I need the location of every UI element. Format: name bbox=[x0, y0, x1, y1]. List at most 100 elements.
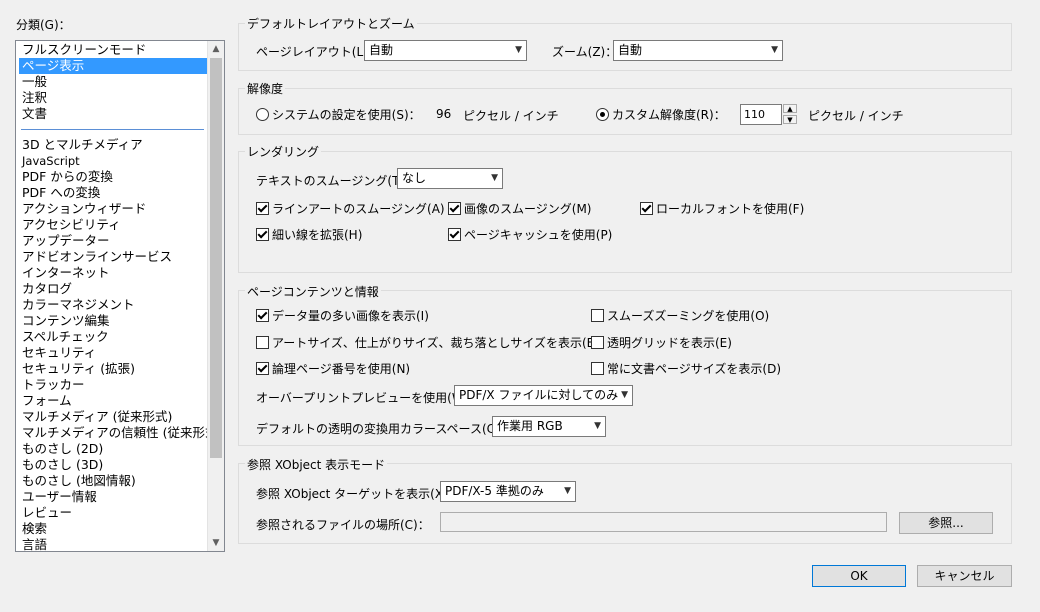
resolution-title: 解像度 bbox=[245, 80, 286, 97]
categories-items: フルスクリーンモード ページ表示 一般 注釈 文書 3D とマルチメディア JavaScri… bbox=[19, 42, 210, 553]
zoom-label: ズーム(Z)： bbox=[552, 45, 618, 59]
checkbox-icon bbox=[256, 202, 269, 215]
category-item[interactable]: 一般 bbox=[19, 74, 210, 90]
image-smoothing-checkbox[interactable]: 画像のスムージング(M) bbox=[448, 200, 591, 217]
system-resolution-label: システムの設定を使用(S)： bbox=[272, 108, 421, 122]
category-item[interactable]: カタログ bbox=[19, 281, 210, 297]
radio-icon bbox=[256, 108, 269, 121]
system-resolution-radio[interactable]: システムの設定を使用(S)： bbox=[256, 106, 421, 123]
page-layout-value: 自動 bbox=[369, 43, 394, 57]
category-item[interactable]: アップデーター bbox=[19, 233, 210, 249]
category-item[interactable]: スペルチェック bbox=[19, 329, 210, 345]
category-item[interactable]: マルチメディア (従来形式) bbox=[19, 409, 210, 425]
checkbox-icon bbox=[256, 228, 269, 241]
category-item[interactable]: トラッカー bbox=[19, 377, 210, 393]
browse-button[interactable]: 参照... bbox=[899, 512, 993, 534]
checkbox-icon bbox=[256, 362, 269, 375]
doc-page-size-label: 常に文書ページサイズを表示(D) bbox=[607, 362, 782, 376]
xobject-target-select[interactable]: PDF/X-5 準拠のみ ▼ bbox=[440, 481, 576, 502]
category-item[interactable]: ユーザー情報 bbox=[19, 489, 210, 505]
checkbox-icon bbox=[256, 309, 269, 322]
chevron-down-icon: ▼ bbox=[594, 421, 601, 431]
text-smoothing-label: テキストのスムージング(T)： bbox=[256, 174, 417, 188]
category-item[interactable]: カラーマネジメント bbox=[19, 297, 210, 313]
chevron-down-icon: ▼ bbox=[515, 45, 522, 55]
category-item[interactable]: アクションウィザード bbox=[19, 201, 210, 217]
system-resolution-value: 96 bbox=[436, 107, 452, 121]
category-item[interactable]: 検索 bbox=[19, 521, 210, 537]
category-item[interactable]: ものさし (地図情報) bbox=[19, 473, 210, 489]
scroll-up-icon[interactable]: ▲ bbox=[208, 41, 224, 57]
large-images-label: データ量の多い画像を表示(I) bbox=[272, 309, 429, 323]
transparency-grid-label: 透明グリッドを表示(E) bbox=[607, 336, 732, 350]
custom-resolution-input[interactable]: 110 bbox=[740, 104, 782, 125]
checkbox-icon bbox=[256, 336, 269, 349]
doc-page-size-checkbox[interactable]: 常に文書ページサイズを表示(D) bbox=[591, 360, 781, 377]
checkbox-icon bbox=[448, 228, 461, 241]
large-images-checkbox[interactable]: データ量の多い画像を表示(I) bbox=[256, 307, 429, 324]
ok-button[interactable]: OK bbox=[812, 565, 906, 587]
category-item[interactable]: ものさし (2D) bbox=[19, 441, 210, 457]
scroll-thumb[interactable] bbox=[210, 58, 222, 458]
categories-list[interactable]: フルスクリーンモード ページ表示 一般 注釈 文書 3D とマルチメディア JavaScri… bbox=[15, 40, 225, 552]
logical-page-label: 論理ページ番号を使用(N) bbox=[272, 362, 411, 376]
artsize-checkbox[interactable]: アートサイズ、仕上がりサイズ、裁ち落としサイズを表示(B) bbox=[256, 334, 600, 351]
custom-resolution-radio[interactable]: カスタム解像度(R)： bbox=[596, 106, 726, 123]
categories-label: 分類(G)： bbox=[16, 18, 71, 32]
cancel-button[interactable]: キャンセル bbox=[917, 565, 1012, 587]
category-item[interactable]: コンテンツ編集 bbox=[19, 313, 210, 329]
file-location-label: 参照されるファイルの場所(C)： bbox=[256, 518, 430, 532]
blend-space-select[interactable]: 作業用 RGB ▼ bbox=[492, 416, 606, 437]
category-item[interactable]: セキュリティ (拡張) bbox=[19, 361, 210, 377]
xobject-target-label: 参照 XObject ターゲットを表示(X)： bbox=[256, 487, 460, 501]
custom-resolution-unit: ピクセル / インチ bbox=[808, 109, 904, 123]
checkbox-icon bbox=[640, 202, 653, 215]
category-item[interactable]: 言語 bbox=[19, 537, 210, 553]
text-smoothing-value: なし bbox=[402, 171, 427, 185]
rendering-title: レンダリング bbox=[245, 143, 322, 160]
category-item[interactable]: アドビオンラインサービス bbox=[19, 249, 210, 265]
local-fonts-label: ローカルフォントを使用(F) bbox=[656, 202, 805, 216]
category-item[interactable]: アクセシビリティ bbox=[19, 217, 210, 233]
layout-zoom-title: デフォルトレイアウトとズーム bbox=[245, 15, 417, 32]
text-smoothing-select[interactable]: なし ▼ bbox=[397, 168, 503, 189]
categories-separator bbox=[21, 129, 204, 130]
category-item[interactable]: マルチメディアの信頼性 (従来形式) bbox=[19, 425, 210, 441]
category-item[interactable]: PDF からの変換 bbox=[19, 169, 210, 185]
category-item[interactable]: JavaScript bbox=[19, 153, 210, 169]
chevron-down-icon: ▼ bbox=[491, 173, 498, 183]
local-fonts-checkbox[interactable]: ローカルフォントを使用(F) bbox=[640, 200, 804, 217]
stepper-up-icon[interactable]: ▲ bbox=[783, 104, 797, 113]
category-item[interactable]: レビュー bbox=[19, 505, 210, 521]
lineart-smoothing-checkbox[interactable]: ラインアートのスムージング(A) bbox=[256, 200, 445, 217]
category-item[interactable]: インターネット bbox=[19, 265, 210, 281]
overprint-value: PDF/X ファイルに対してのみ bbox=[459, 388, 619, 402]
category-item[interactable]: 3D とマルチメディア bbox=[19, 137, 210, 153]
zoom-select[interactable]: 自動 ▼ bbox=[613, 40, 783, 61]
category-item[interactable]: フルスクリーンモード bbox=[19, 42, 210, 58]
blend-space-value: 作業用 RGB bbox=[497, 419, 563, 433]
category-item[interactable]: PDF への変換 bbox=[19, 185, 210, 201]
scroll-down-icon[interactable]: ▼ bbox=[208, 535, 224, 551]
category-item[interactable]: 文書 bbox=[19, 106, 210, 122]
smooth-zoom-checkbox[interactable]: スムーズズーミングを使用(O) bbox=[591, 307, 769, 324]
transparency-grid-checkbox[interactable]: 透明グリッドを表示(E) bbox=[591, 334, 732, 351]
category-item[interactable]: 注釈 bbox=[19, 90, 210, 106]
categories-scrollbar[interactable]: ▲ ▼ bbox=[207, 41, 224, 551]
category-item[interactable]: ページ表示 bbox=[19, 58, 210, 74]
logical-page-checkbox[interactable]: 論理ページ番号を使用(N) bbox=[256, 360, 410, 377]
page-layout-select[interactable]: 自動 ▼ bbox=[364, 40, 527, 61]
category-item[interactable]: ものさし (3D) bbox=[19, 457, 210, 473]
stepper-down-icon[interactable]: ▼ bbox=[783, 115, 797, 124]
chevron-down-icon: ▼ bbox=[564, 486, 571, 496]
category-item[interactable]: フォーム bbox=[19, 393, 210, 409]
page-cache-checkbox[interactable]: ページキャッシュを使用(P) bbox=[448, 226, 612, 243]
file-location-input[interactable] bbox=[440, 512, 887, 532]
checkbox-icon bbox=[591, 309, 604, 322]
resolution-stepper[interactable]: ▲ ▼ bbox=[783, 104, 797, 125]
thin-lines-checkbox[interactable]: 細い線を拡張(H) bbox=[256, 226, 362, 243]
page-content-title: ページコンテンツと情報 bbox=[245, 283, 381, 300]
category-item[interactable]: セキュリティ bbox=[19, 345, 210, 361]
artsize-label: アートサイズ、仕上がりサイズ、裁ち落としサイズを表示(B) bbox=[272, 336, 600, 350]
overprint-select[interactable]: PDF/X ファイルに対してのみ ▼ bbox=[454, 385, 633, 406]
